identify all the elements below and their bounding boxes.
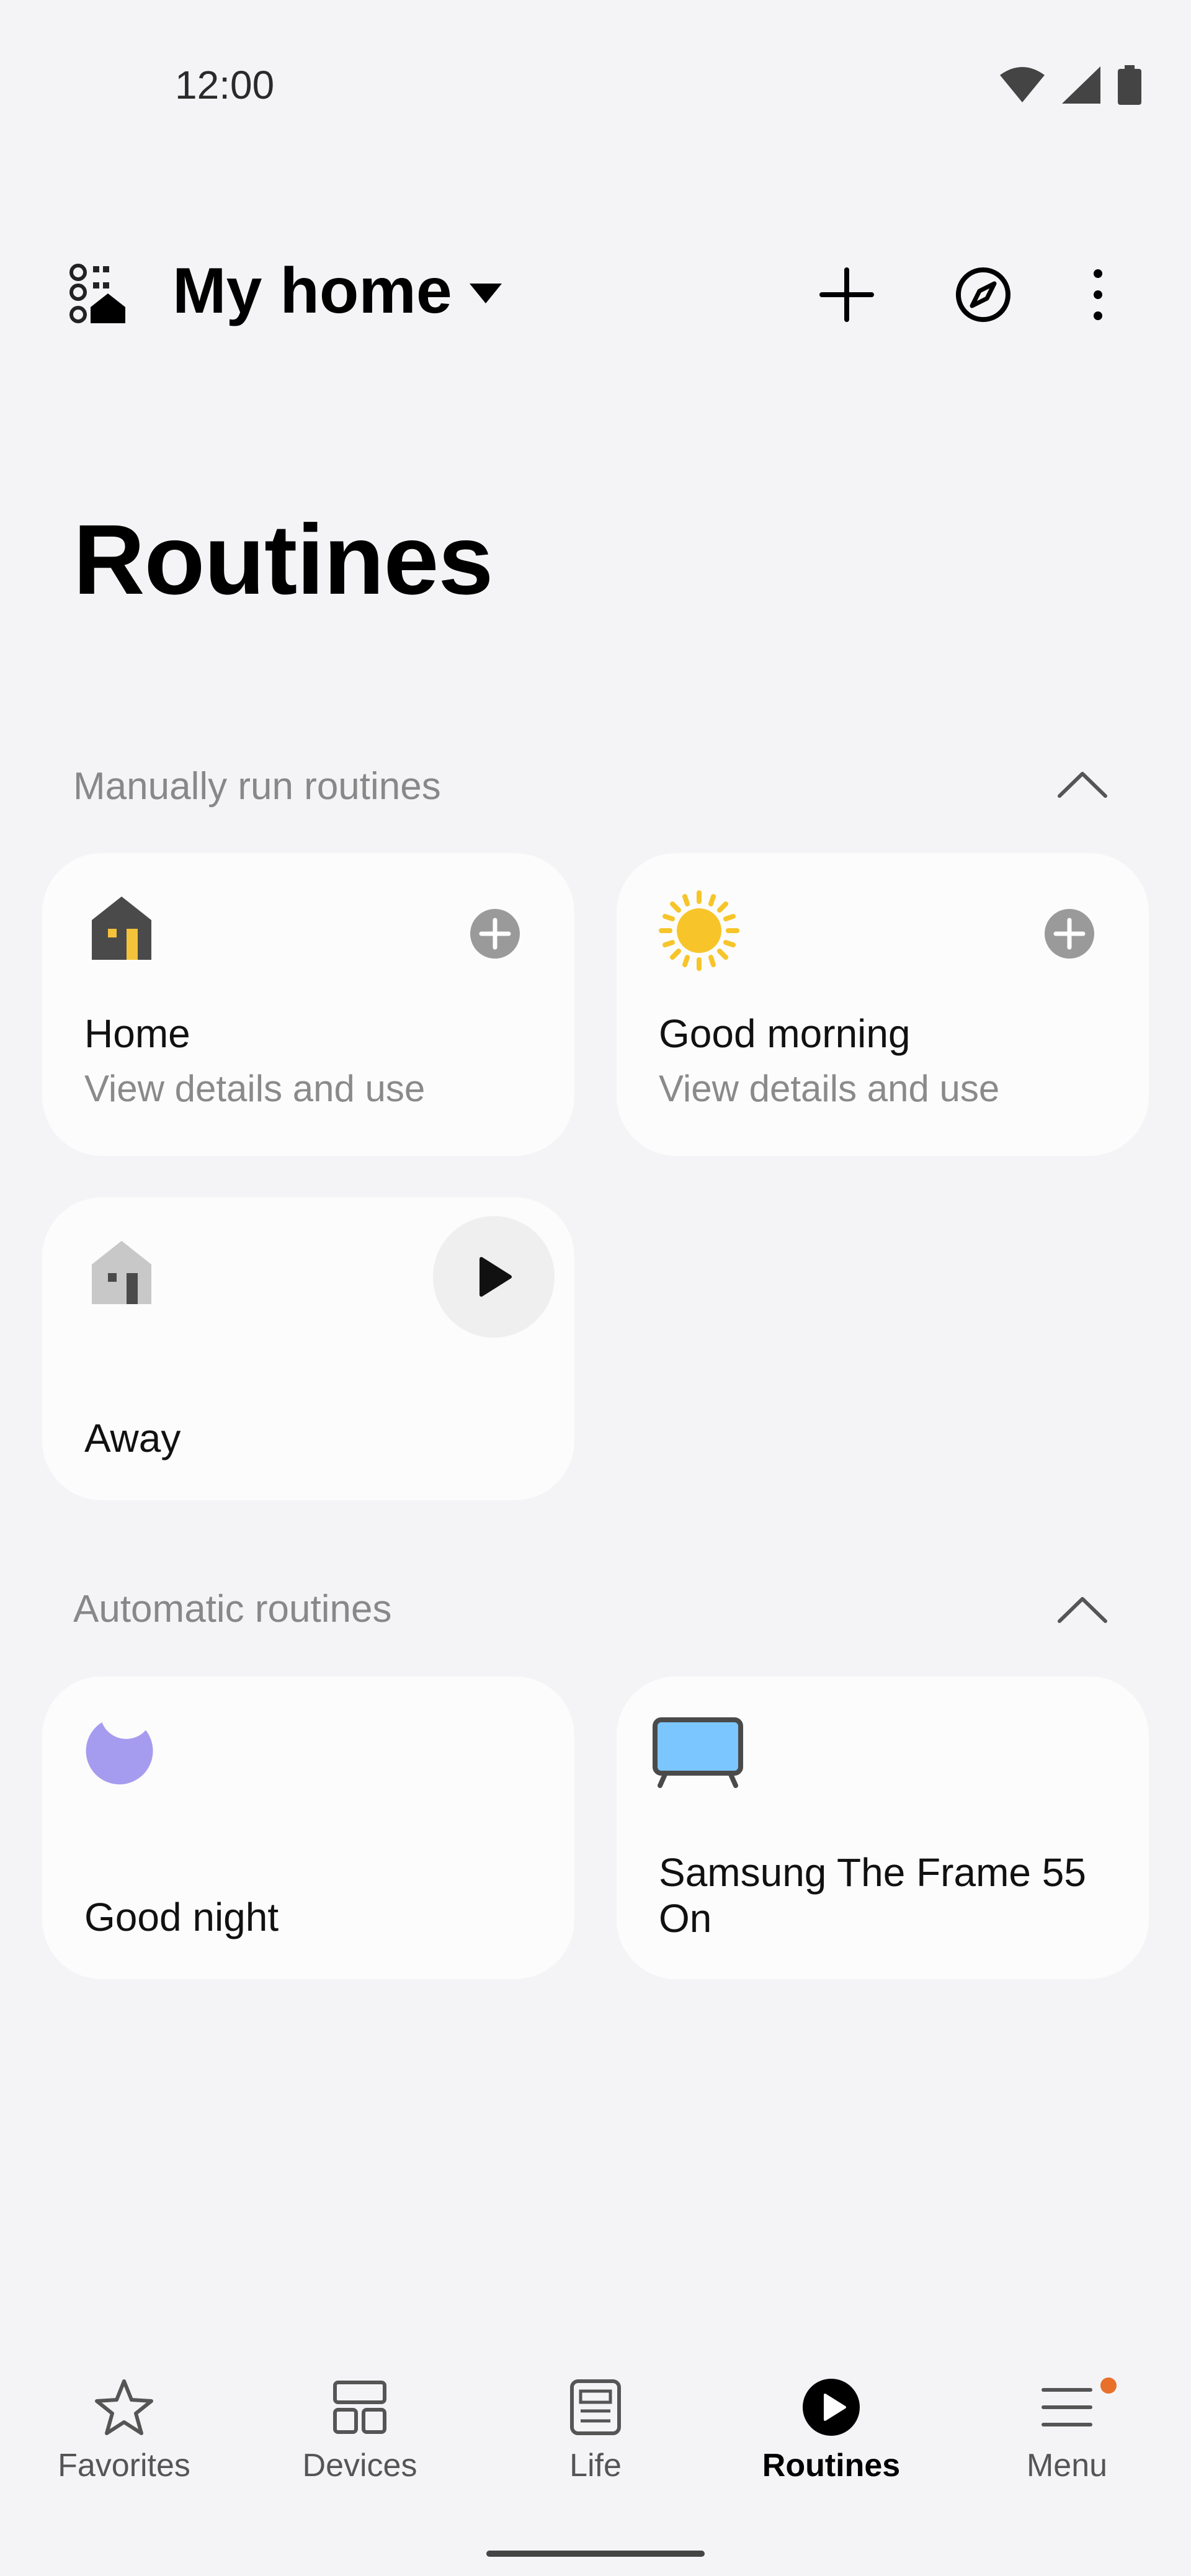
home-name: My home [172,255,452,327]
house-icon [84,1235,159,1309]
automatic-section-label: Automatic routines [73,1588,392,1630]
home-selector[interactable]: My home [172,254,502,328]
nav-label: Routines [762,2448,901,2484]
home-indicator [486,2551,705,2557]
nav-favorites[interactable]: Favorites [12,2351,236,2494]
routine-name: Home [84,1011,190,1056]
star-icon [95,2379,153,2435]
discover-button[interactable] [949,261,1017,329]
status-icons [1000,65,1141,105]
moon-icon [84,1714,159,1788]
menu-icon [1042,2388,1092,2426]
plus-circle-icon [1045,909,1094,959]
plus-icon [819,267,874,322]
nav-routines[interactable]: Routines [720,2351,943,2494]
play-circle-icon [803,2379,860,2436]
status-time: 12:00 [175,63,275,107]
play-icon [480,1257,512,1297]
bottom-navigation: Favorites Devices Life Routines Menu [0,2351,1191,2513]
routine-card-home[interactable]: Home View details and use [42,853,574,1156]
battery-icon [1118,65,1141,105]
tv-icon [651,1714,744,1788]
nav-label: Devices [302,2448,417,2484]
routine-name: Good night [84,1895,279,1939]
devices-grid-icon [333,2381,386,2434]
routine-card-good-night[interactable]: Good night [42,1676,574,1979]
nav-life[interactable]: Life [484,2351,707,2494]
add-to-favorites-button[interactable] [469,908,521,960]
life-doc-icon [570,2379,621,2435]
routine-card-away[interactable]: Away [42,1197,574,1500]
caret-down-icon [469,283,502,303]
compass-icon [956,267,1010,322]
add-to-favorites-button[interactable] [1043,908,1095,960]
nav-menu[interactable]: Menu [955,2351,1179,2494]
add-button[interactable] [813,261,881,329]
nav-label: Life [569,2448,622,2484]
plus-circle-icon [470,909,520,959]
nav-devices[interactable]: Devices [248,2351,471,2494]
sun-icon [659,890,739,971]
routine-name: Away [84,1416,181,1460]
more-vert-icon [1094,269,1102,320]
qr-home-icon[interactable] [69,264,129,323]
routine-subtitle: View details and use [659,1068,1000,1109]
routine-card-tv-on[interactable]: Samsung The Frame 55 On [617,1676,1149,1979]
notification-badge [1100,2377,1117,2394]
routine-subtitle: View details and use [84,1068,426,1109]
chevron-up-icon [1058,1597,1107,1623]
nav-label: Menu [1026,2448,1108,2484]
run-routine-button[interactable] [433,1216,555,1338]
routine-card-good-morning[interactable]: Good morning View details and use [617,853,1149,1156]
page-title: Routines [73,504,493,615]
more-options-button[interactable] [1064,261,1132,329]
collapse-manual-button[interactable] [1048,751,1117,819]
collapse-automatic-button[interactable] [1048,1576,1117,1644]
house-icon [84,890,159,965]
signal-icon [1062,66,1100,104]
chevron-up-icon [1058,772,1107,798]
nav-label: Favorites [58,2448,190,2484]
routine-name: Good morning [659,1011,911,1056]
routine-name: Samsung The Frame 55 On [659,1850,1086,1941]
wifi-icon [1000,67,1045,102]
manual-section-label: Manually run routines [73,765,441,808]
